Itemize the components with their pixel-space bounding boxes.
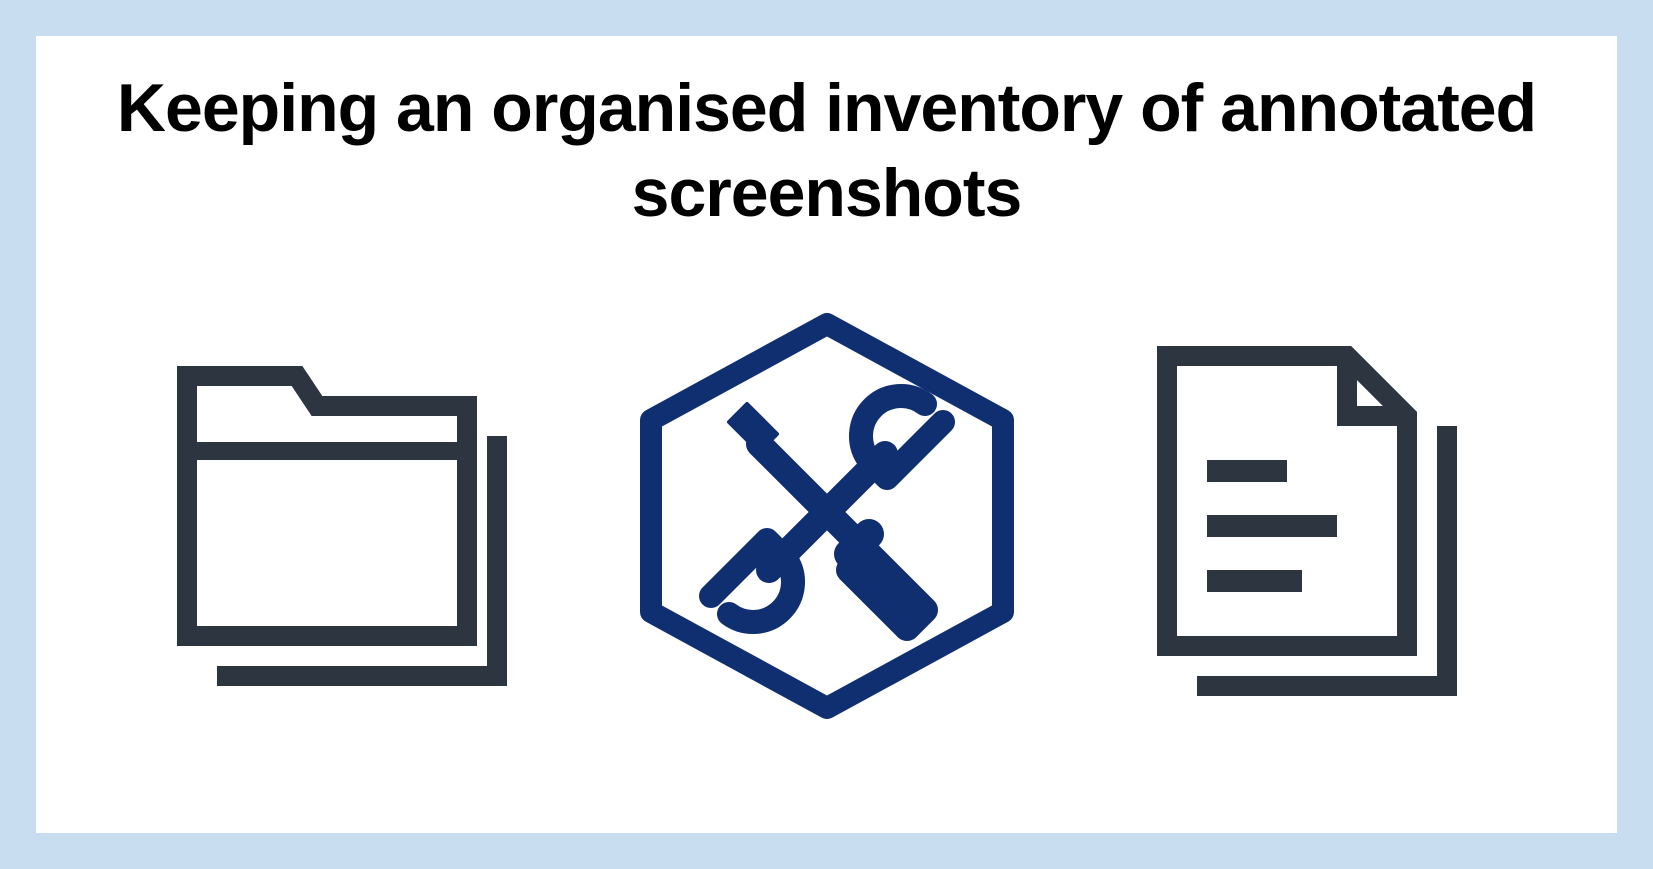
slide-card: Keeping an organised inventory of annota… bbox=[36, 36, 1617, 833]
icon-row bbox=[137, 286, 1517, 746]
slide-title: Keeping an organised inventory of annota… bbox=[96, 66, 1557, 236]
documents-icon bbox=[1097, 306, 1517, 726]
folders-icon bbox=[137, 306, 557, 726]
slide-frame: Keeping an organised inventory of annota… bbox=[0, 0, 1653, 869]
tools-hexagon-icon bbox=[597, 286, 1057, 746]
